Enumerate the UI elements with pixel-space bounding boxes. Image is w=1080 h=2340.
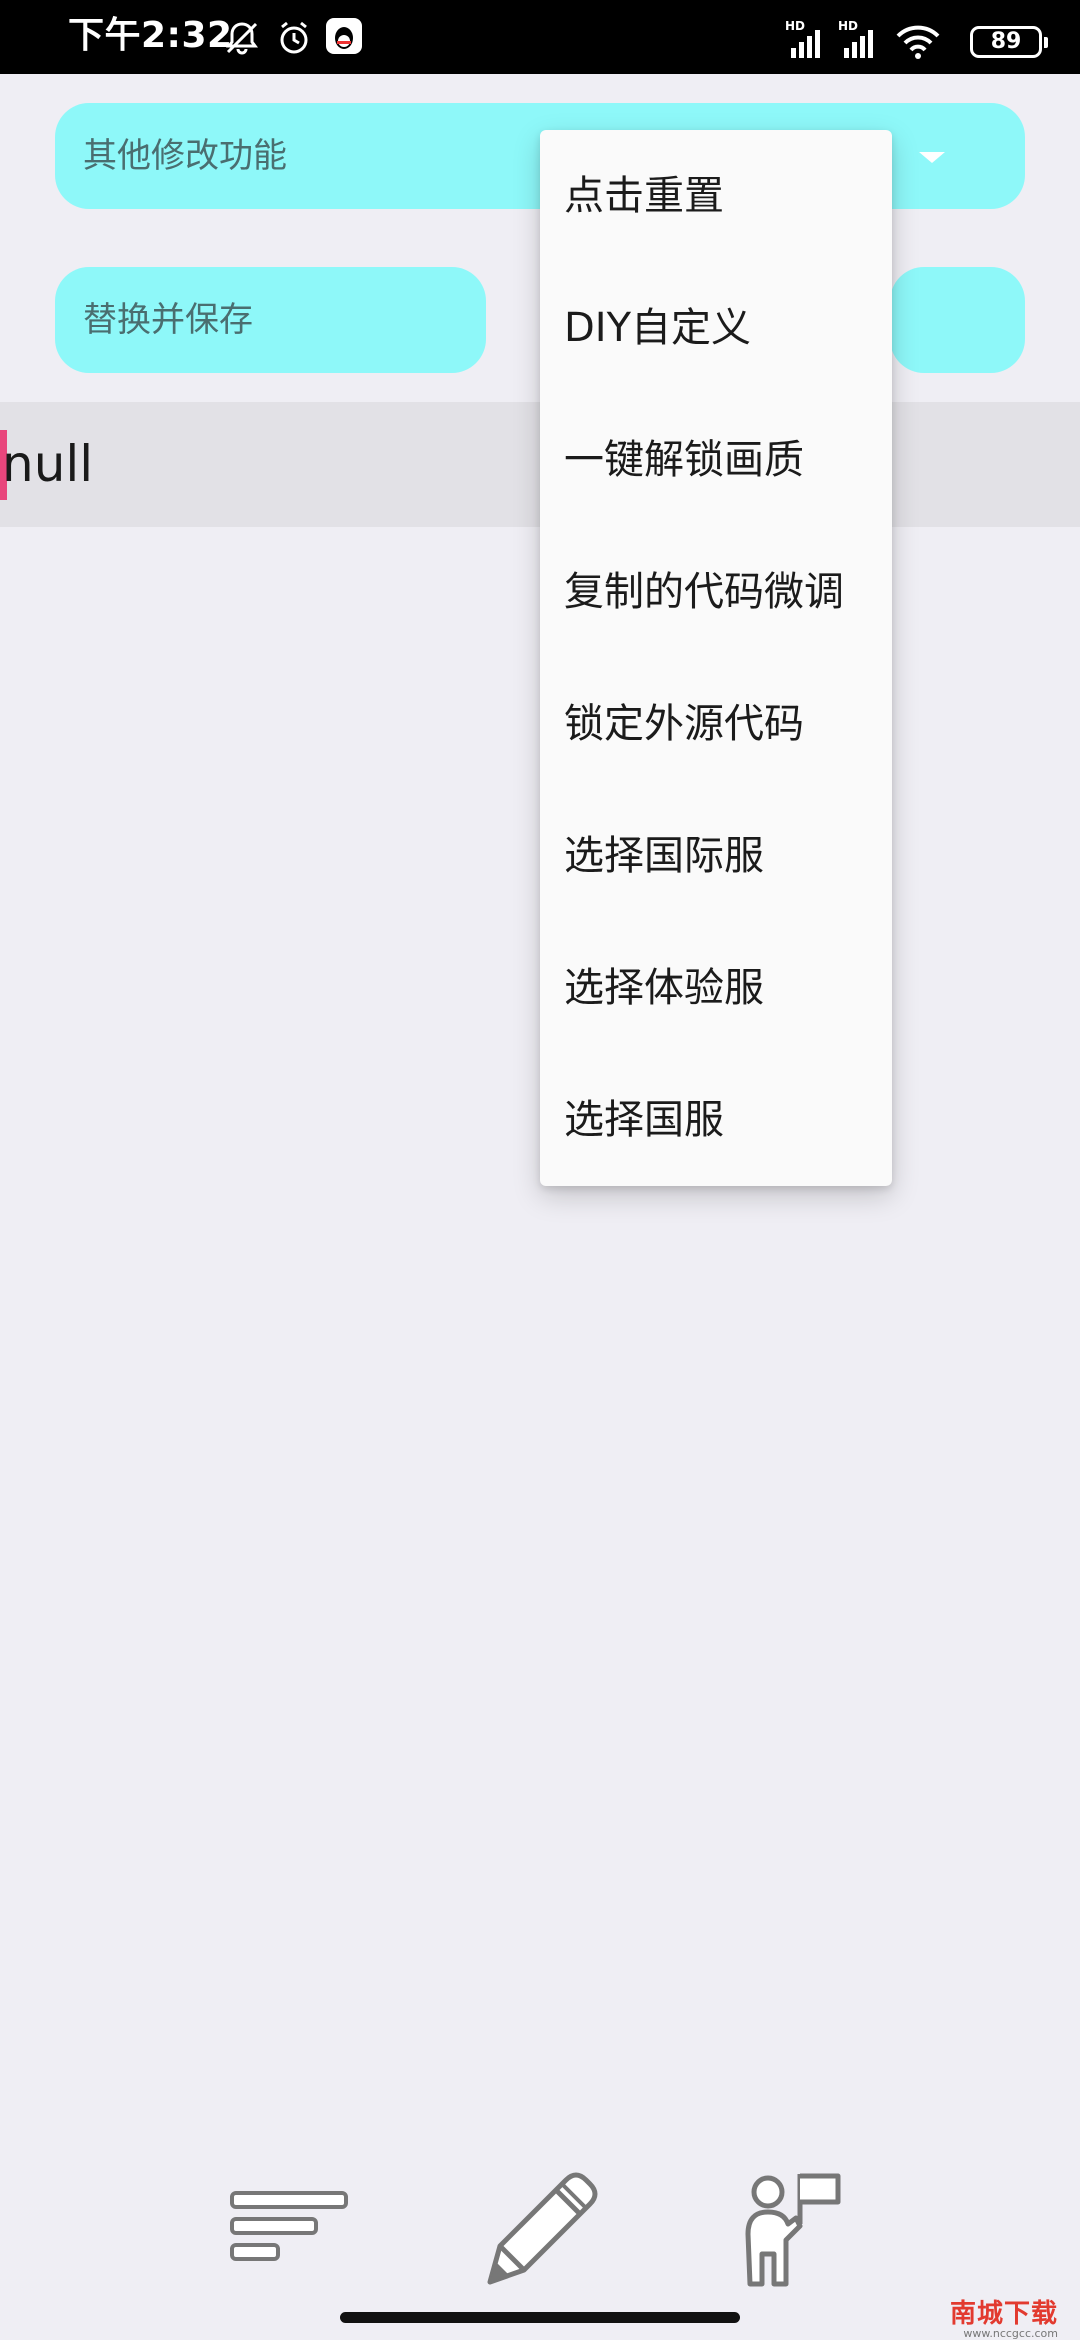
signal-icon: HD [838, 19, 873, 58]
status-time: 下午2:32 [68, 15, 233, 56]
result-text: null [2, 435, 94, 493]
screen: 下午2:32 HD HD 89 其他修改功能 替换并保存 null 点击重置 D… [0, 0, 1080, 2340]
dropdown-menu: 点击重置 DIY自定义 一键解锁画质 复制的代码微调 锁定外源代码 选择国际服 … [540, 130, 892, 1186]
person-flag-icon[interactable] [738, 2168, 846, 2290]
mute-bell-icon [226, 22, 258, 55]
watermark-logo: 南城下载 www.nccgcc.com [950, 2300, 1058, 2340]
spinner-selected-value: 其他修改功能 [83, 136, 287, 176]
hd-label-2: HD [838, 19, 858, 33]
qq-icon [326, 18, 362, 54]
replace-save-label: 替换并保存 [83, 300, 253, 340]
home-indicator[interactable] [340, 2312, 740, 2323]
pencil-icon[interactable] [478, 2164, 604, 2290]
menu-item-reset[interactable]: 点击重置 [540, 130, 892, 262]
replace-save-button[interactable]: 替换并保存 [55, 267, 486, 373]
menu-item-diy[interactable]: DIY自定义 [540, 262, 892, 394]
watermark-sub: www.nccgcc.com [963, 2327, 1058, 2340]
wifi-icon [896, 25, 940, 59]
dropdown-arrow-icon [919, 152, 945, 163]
menu-item-unlock-quality[interactable]: 一键解锁画质 [540, 394, 892, 526]
menu-item-global-server[interactable]: 选择国际服 [540, 790, 892, 922]
bottom-nav [0, 2150, 1080, 2290]
watermark-main: 南城下载 [949, 2299, 1058, 2329]
battery-icon: 89 [970, 26, 1048, 58]
menu-item-lock-source[interactable]: 锁定外源代码 [540, 658, 892, 790]
alarm-icon [280, 21, 308, 54]
secondary-action-button[interactable] [890, 267, 1025, 373]
menu-item-tweak-code[interactable]: 复制的代码微调 [540, 526, 892, 658]
list-icon[interactable] [228, 2185, 352, 2273]
menu-item-beta-server[interactable]: 选择体验服 [540, 922, 892, 1054]
hd-label-1: HD [785, 19, 805, 33]
signal-icon: HD [785, 19, 820, 58]
menu-item-cn-server[interactable]: 选择国服 [540, 1054, 892, 1186]
status-bar: 下午2:32 HD HD 89 [0, 0, 1080, 74]
